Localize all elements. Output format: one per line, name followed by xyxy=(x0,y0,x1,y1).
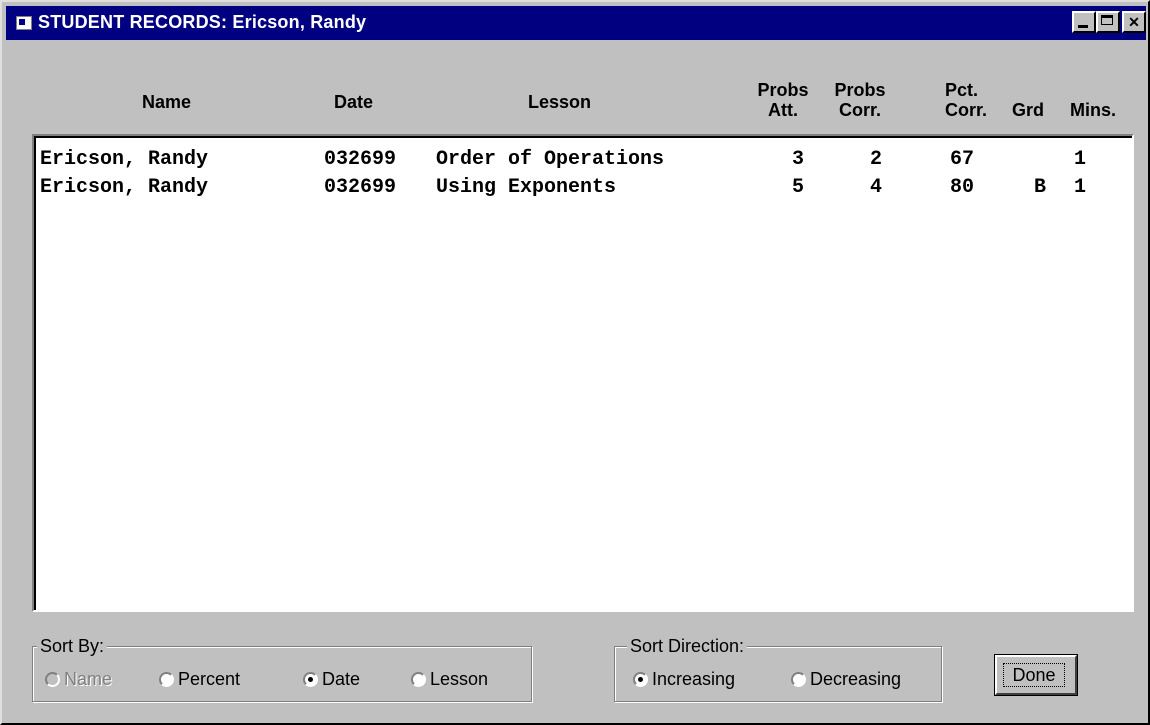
radio-dot-icon xyxy=(159,672,174,687)
list-item[interactable]: Ericson, Randy 032699 Using Exponents 5 … xyxy=(36,170,1132,199)
close-button[interactable]: ✕ xyxy=(1122,11,1146,33)
sort-by-lesson-label: Lesson xyxy=(430,669,489,689)
record-probs-corr: 4 xyxy=(870,176,883,199)
sort-direction-decreasing-label: Decreasing xyxy=(810,669,902,689)
record-date: 032699 xyxy=(324,148,397,171)
records-list[interactable]: Ericson, Randy 032699 Order of Operation… xyxy=(32,134,1134,612)
radio-dot-icon xyxy=(303,672,318,687)
column-header-mins: Mins. xyxy=(1070,100,1117,120)
column-header-lesson: Lesson xyxy=(528,92,592,112)
sort-by-name-label: Name xyxy=(64,669,113,689)
column-header-probs-corr: Probs Corr. xyxy=(822,80,898,120)
column-header-pct-corr: Pct. Corr. xyxy=(945,80,1005,120)
record-mins: 1 xyxy=(1074,148,1087,171)
window-title: STUDENT RECORDS: Ericson, Randy xyxy=(38,12,367,32)
column-header-name: Name xyxy=(142,92,192,112)
record-name: Ericson, Randy xyxy=(40,176,209,199)
list-item[interactable]: Ericson, Randy 032699 Order of Operation… xyxy=(36,142,1132,171)
column-header-date: Date xyxy=(334,92,374,112)
record-probs-att: 3 xyxy=(792,148,805,171)
record-grd: B xyxy=(1034,176,1047,199)
column-header-probs-corr-line2: Corr. xyxy=(838,100,881,120)
done-button[interactable]: Done xyxy=(994,654,1078,696)
record-pct-corr: 80 xyxy=(950,176,975,199)
record-pct-corr: 67 xyxy=(950,148,975,171)
column-header-probs-att-line2: Att. xyxy=(768,100,798,120)
radio-dot-icon xyxy=(791,672,806,687)
minimize-button[interactable] xyxy=(1072,11,1096,33)
column-header-pct-corr-line1: Pct. xyxy=(945,80,979,100)
done-button-label: Done xyxy=(1003,663,1065,687)
sort-by-percent-label: Percent xyxy=(178,669,241,689)
radio-dot-icon xyxy=(45,672,60,687)
record-probs-att: 5 xyxy=(792,176,805,199)
radio-dot-icon xyxy=(633,672,648,687)
record-mins: 1 xyxy=(1074,176,1087,199)
record-lesson: Order of Operations xyxy=(436,148,665,171)
title-bar[interactable]: STUDENT RECORDS: Ericson, Randy ✕ xyxy=(6,6,1146,40)
record-probs-corr: 2 xyxy=(870,148,883,171)
app-icon xyxy=(16,16,32,30)
student-records-window: STUDENT RECORDS: Ericson, Randy ✕ Name D… xyxy=(0,0,1150,725)
column-header-probs-att-line1: Probs xyxy=(757,80,809,100)
column-header-grd: Grd xyxy=(1012,100,1045,120)
column-header-probs-corr-line1: Probs xyxy=(834,80,886,100)
sort-by-group: Sort By: Name Percent Date Lesson xyxy=(32,636,532,702)
maximize-button[interactable] xyxy=(1096,11,1120,33)
sort-by-legend: Sort By: xyxy=(37,636,108,657)
record-lesson: Using Exponents xyxy=(436,176,617,199)
sort-direction-legend: Sort Direction: xyxy=(627,636,748,657)
record-name: Ericson, Randy xyxy=(40,148,209,171)
column-header-pct-corr-line2: Corr. xyxy=(945,100,988,120)
sort-by-date-label: Date xyxy=(322,669,361,689)
radio-dot-icon xyxy=(411,672,426,687)
column-header-probs-att: Probs Att. xyxy=(748,80,818,120)
sort-direction-group: Sort Direction: Increasing Decreasing xyxy=(614,636,942,702)
sort-direction-increasing-label: Increasing xyxy=(652,669,736,689)
record-date: 032699 xyxy=(324,176,397,199)
